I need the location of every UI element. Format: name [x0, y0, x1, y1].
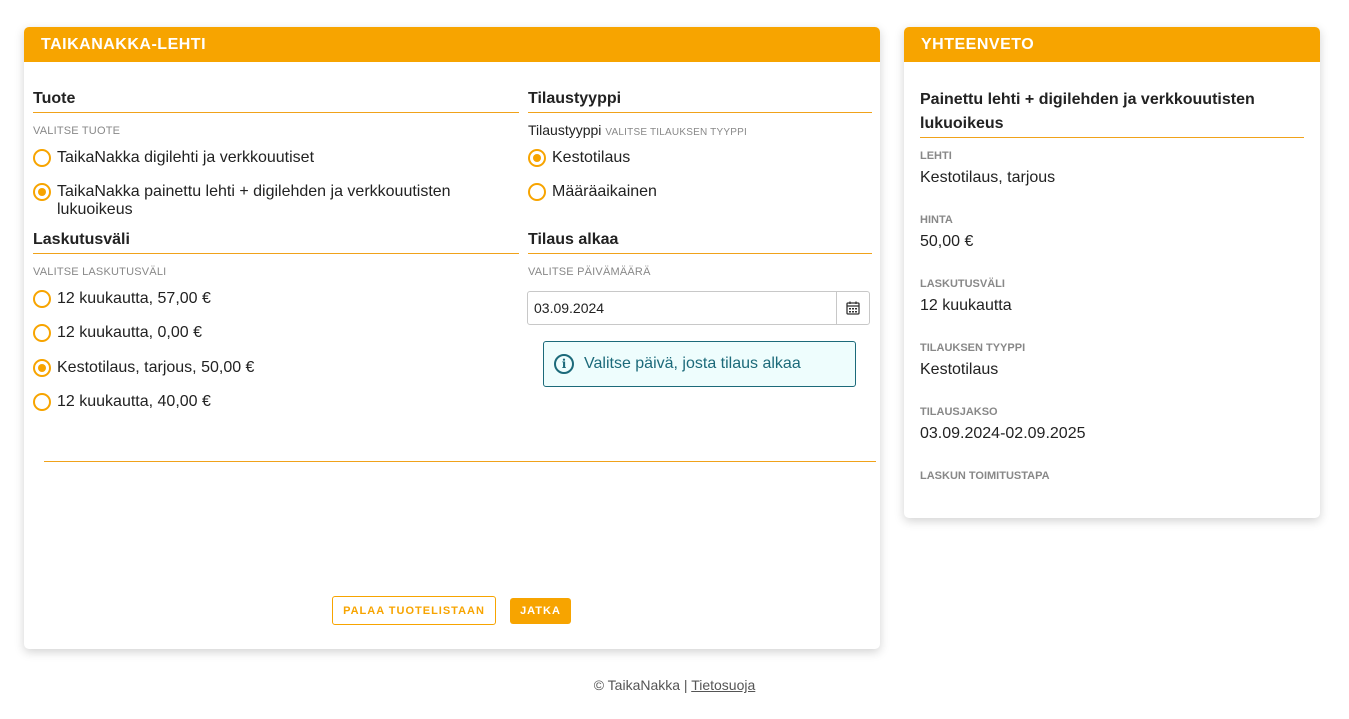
radio-checked-icon[interactable]	[528, 149, 546, 167]
summary-header: YHTEENVETO	[904, 27, 1320, 62]
summary-value-period: 03.09.2024-02.09.2025	[920, 425, 1086, 442]
product-option-print[interactable]: TaikaNakka painettu lehti + digilehden j…	[33, 183, 473, 219]
start-date-input[interactable]	[528, 292, 836, 324]
radio-icon[interactable]	[33, 324, 51, 342]
billing-option-label: 12 kuukautta, 40,00 €	[57, 393, 211, 410]
summary-value-order-type: Kestotilaus	[920, 361, 999, 378]
product-option-digital[interactable]: TaikaNakka digilehti ja verkkouutiset	[33, 149, 314, 167]
product-section-title: Tuote	[33, 90, 519, 113]
summary-value-magazine: Kestotilaus, tarjous	[920, 169, 1056, 186]
summary-product-title: Painettu lehti + digilehden ja verkkouut…	[920, 88, 1304, 138]
calendar-icon	[846, 301, 860, 315]
billing-option-1[interactable]: 12 kuukautta, 57,00 €	[33, 290, 211, 308]
start-date-hint: VALITSE PÄIVÄMÄÄRÄ	[528, 266, 651, 278]
summary-label-order-type: TILAUKSEN TYYPPI	[920, 342, 1026, 354]
billing-hint: VALITSE LASKUTUSVÄLI	[33, 266, 167, 278]
radio-icon[interactable]	[33, 290, 51, 308]
radio-checked-icon[interactable]	[33, 183, 51, 201]
radio-icon[interactable]	[33, 393, 51, 411]
billing-section-title: Laskutusväli	[33, 231, 519, 254]
footer: © TaikaNakka | Tietosuoja	[0, 677, 1349, 693]
product-option-label: TaikaNakka painettu lehti + digilehden j…	[57, 183, 451, 218]
start-date-info-message: i Valitse päivä, josta tilaus alkaa	[543, 341, 856, 387]
order-type-label-row: Tilaustyyppi VALITSE TILAUKSEN TYYPPI	[528, 122, 747, 138]
calendar-button[interactable]	[836, 292, 869, 324]
billing-option-label: 12 kuukautta, 0,00 €	[57, 324, 202, 341]
billing-option-4[interactable]: 12 kuukautta, 40,00 €	[33, 393, 211, 411]
summary-label-invoice-delivery: LASKUN TOIMITUSTAPA	[920, 470, 1050, 482]
order-type-option-label: Määräaikainen	[552, 183, 657, 200]
summary-label-period: TILAUSJAKSO	[920, 406, 998, 418]
footer-copyright: © TaikaNakka |	[593, 677, 688, 693]
product-section: Tuote	[33, 90, 519, 113]
product-hint: VALITSE TUOTE	[33, 125, 121, 137]
billing-option-3[interactable]: Kestotilaus, tarjous, 50,00 €	[33, 359, 254, 377]
order-type-option-continuous[interactable]: Kestotilaus	[528, 149, 630, 167]
billing-option-2[interactable]: 12 kuukautta, 0,00 €	[33, 324, 202, 342]
order-type-option-fixed-term[interactable]: Määräaikainen	[528, 183, 657, 201]
order-type-option-label: Kestotilaus	[552, 149, 631, 166]
radio-checked-icon[interactable]	[33, 359, 51, 377]
start-date-section: Tilaus alkaa	[528, 231, 872, 254]
summary-label-price: HINTA	[920, 214, 953, 226]
order-form-card: TAIKANAKKA-LEHTI Tuote VALITSE TUOTE Tai…	[24, 27, 880, 649]
form-divider	[44, 461, 876, 462]
order-form-header: TAIKANAKKA-LEHTI	[24, 27, 880, 62]
back-to-products-button[interactable]: PALAA TUOTELISTAAN	[332, 596, 496, 625]
summary-value-billing: 12 kuukautta	[920, 297, 1012, 314]
order-type-hint: VALITSE TILAUKSEN TYYPPI	[605, 127, 747, 138]
info-icon: i	[554, 354, 574, 374]
order-type-section-title: Tilaustyyppi	[528, 90, 872, 113]
radio-icon[interactable]	[528, 183, 546, 201]
summary-label-magazine: LEHTI	[920, 150, 952, 162]
order-type-label: Tilaustyyppi	[528, 122, 602, 138]
continue-button[interactable]: JATKA	[510, 598, 571, 624]
product-option-label: TaikaNakka digilehti ja verkkouutiset	[57, 149, 315, 166]
radio-icon[interactable]	[33, 149, 51, 167]
billing-section: Laskutusväli	[33, 231, 519, 254]
summary-value-price: 50,00 €	[920, 233, 974, 250]
privacy-link[interactable]: Tietosuoja	[691, 677, 755, 693]
billing-option-label: 12 kuukautta, 57,00 €	[57, 290, 211, 307]
summary-label-billing: LASKUTUSVÄLI	[920, 278, 1005, 290]
start-date-section-title: Tilaus alkaa	[528, 231, 872, 254]
summary-card: YHTEENVETO Painettu lehti + digilehden j…	[904, 27, 1320, 518]
start-date-info-text: Valitse päivä, josta tilaus alkaa	[584, 355, 801, 372]
start-date-picker	[527, 291, 870, 325]
billing-option-label: Kestotilaus, tarjous, 50,00 €	[57, 359, 255, 376]
order-type-section: Tilaustyyppi	[528, 90, 872, 113]
